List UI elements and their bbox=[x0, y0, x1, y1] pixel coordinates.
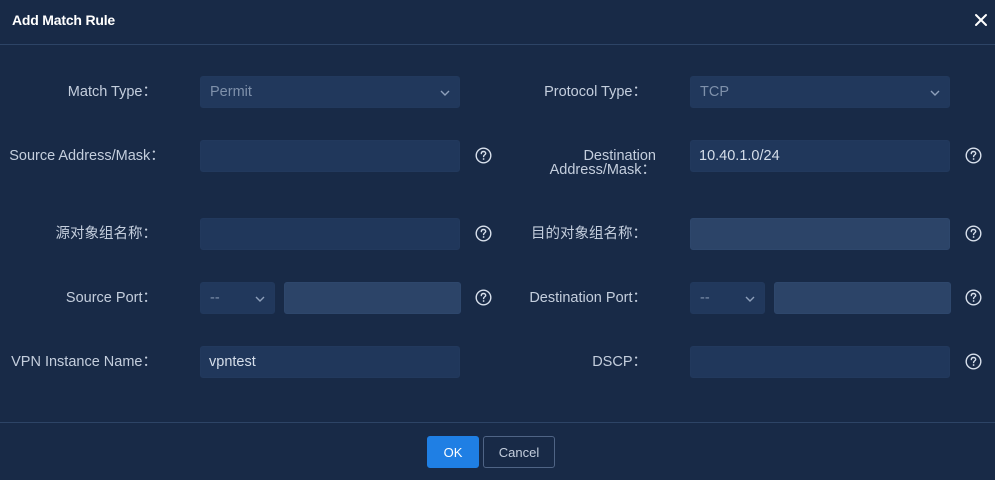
destination-object-group-help[interactable] bbox=[965, 225, 982, 242]
source-port-help[interactable] bbox=[475, 289, 492, 306]
match-type-label: Match Type： bbox=[67, 84, 157, 100]
dialog-title: Add Match Rule bbox=[12, 12, 115, 28]
add-match-rule-dialog: Add Match Rule Match Type： Permit Protoc… bbox=[0, 0, 995, 480]
vpn-instance-name-input[interactable] bbox=[201, 347, 459, 377]
source-address-mask-label: Source Address/Mask： bbox=[9, 148, 165, 164]
protocol-type-value: TCP bbox=[700, 84, 729, 100]
destination-port-operator-select[interactable]: -- bbox=[690, 282, 765, 314]
question-circle-icon bbox=[965, 353, 982, 370]
chevron-down-icon bbox=[255, 296, 265, 302]
match-type-value: Permit bbox=[210, 84, 252, 100]
dscp-label: DSCP： bbox=[592, 354, 647, 370]
source-port-field[interactable] bbox=[284, 282, 461, 314]
destination-address-mask-label: Destination Address/Mask： bbox=[549, 148, 656, 178]
source-object-group-field[interactable] bbox=[200, 218, 460, 250]
chevron-down-icon bbox=[930, 90, 940, 96]
source-port-input[interactable] bbox=[285, 283, 460, 313]
question-circle-icon bbox=[475, 225, 492, 242]
dscp-help[interactable] bbox=[965, 353, 982, 370]
question-circle-icon bbox=[965, 289, 982, 306]
destination-object-group-label: 目的对象组名称： bbox=[531, 226, 647, 242]
question-circle-icon bbox=[965, 225, 982, 242]
match-type-select[interactable]: Permit bbox=[200, 76, 460, 108]
close-icon bbox=[975, 14, 987, 26]
chevron-down-icon bbox=[745, 296, 755, 302]
vpn-instance-name-label: VPN Instance Name： bbox=[11, 354, 157, 370]
destination-address-mask-field[interactable] bbox=[690, 140, 950, 172]
vpn-instance-name-field[interactable] bbox=[200, 346, 460, 378]
source-port-label: Source Port： bbox=[65, 290, 157, 306]
destination-port-help[interactable] bbox=[965, 289, 982, 306]
destination-port-field[interactable] bbox=[774, 282, 951, 314]
source-object-group-label: 源对象组名称： bbox=[55, 226, 158, 242]
destination-port-input[interactable] bbox=[775, 283, 950, 313]
destination-port-label: Destination Port： bbox=[529, 290, 647, 306]
destination-object-group-input[interactable] bbox=[691, 219, 949, 249]
protocol-type-label: Protocol Type： bbox=[544, 84, 647, 100]
destination-object-group-field[interactable] bbox=[690, 218, 950, 250]
source-address-help[interactable] bbox=[475, 147, 492, 164]
source-port-operator-value: -- bbox=[210, 290, 220, 306]
cancel-button[interactable]: Cancel bbox=[483, 436, 555, 468]
dscp-field[interactable] bbox=[690, 346, 950, 378]
protocol-type-select[interactable]: TCP bbox=[690, 76, 950, 108]
destination-address-help[interactable] bbox=[965, 147, 982, 164]
dscp-input[interactable] bbox=[691, 347, 949, 377]
close-button[interactable] bbox=[970, 9, 992, 31]
source-port-operator-select[interactable]: -- bbox=[200, 282, 275, 314]
ok-button[interactable]: OK bbox=[427, 436, 479, 468]
question-circle-icon bbox=[965, 147, 982, 164]
source-address-mask-field[interactable] bbox=[200, 140, 460, 172]
source-object-group-input[interactable] bbox=[201, 219, 459, 249]
destination-address-mask-input[interactable] bbox=[691, 141, 949, 171]
source-address-mask-input[interactable] bbox=[201, 141, 459, 171]
source-object-group-help[interactable] bbox=[475, 225, 492, 242]
question-circle-icon bbox=[475, 147, 492, 164]
chevron-down-icon bbox=[440, 90, 450, 96]
dialog-header: Add Match Rule bbox=[0, 0, 995, 45]
question-circle-icon bbox=[475, 289, 492, 306]
destination-port-operator-value: -- bbox=[700, 290, 710, 306]
